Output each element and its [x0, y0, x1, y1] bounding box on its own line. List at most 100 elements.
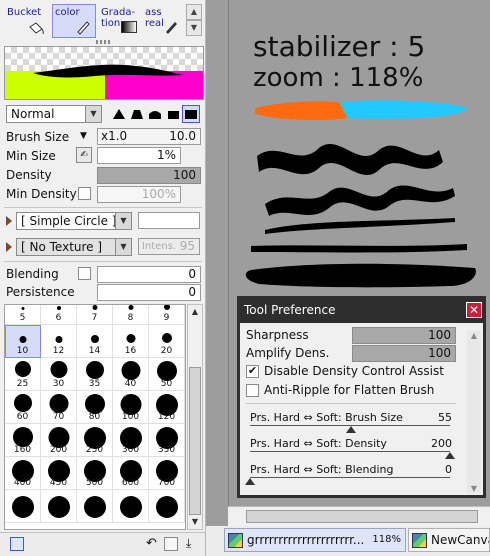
texture-intensity[interactable]: Intens. 95	[138, 238, 200, 255]
flat-icon	[185, 110, 197, 119]
chevron-down-icon: ▼	[115, 239, 131, 255]
size-cell[interactable]: 600	[113, 457, 149, 490]
size-cell[interactable]: 5	[5, 305, 41, 325]
blending-checkbox[interactable]	[78, 267, 91, 280]
expand-arrow-icon[interactable]	[6, 242, 12, 252]
min-density-checkbox[interactable]	[78, 187, 91, 200]
undo-icon[interactable]: ↶	[146, 536, 157, 551]
shape-trapezoid[interactable]	[128, 105, 146, 123]
prs-size-knob[interactable]	[346, 426, 356, 433]
canvas-text-zoom: zoom : 118%	[253, 63, 423, 93]
calculator-icon[interactable]	[10, 537, 24, 551]
size-cell[interactable]: 12	[41, 325, 77, 358]
save-icon[interactable]: ⤓	[186, 536, 191, 551]
dialog-scrollbar[interactable]: ▲ ▼	[467, 331, 481, 493]
size-cell[interactable]	[149, 490, 185, 523]
anti-ripple-checkbox[interactable]	[246, 384, 259, 397]
min-density-field[interactable]: 100%	[97, 186, 181, 203]
density-slider[interactable]: 100	[97, 167, 201, 184]
persistence-field[interactable]: 0	[97, 284, 201, 301]
pressure-icon[interactable]: ✍	[76, 147, 92, 163]
shape-round[interactable]	[146, 105, 164, 123]
size-cell[interactable]: 10	[5, 325, 41, 358]
min-size-field[interactable]: 1%	[97, 147, 181, 164]
size-cell[interactable]: 500	[77, 457, 113, 490]
size-cell[interactable]: 250	[77, 424, 113, 457]
size-cell[interactable]: 9	[149, 305, 185, 325]
tool-gradation[interactable]: Grada- tion	[98, 4, 140, 38]
disable-density-checkbox[interactable]: ✔	[246, 365, 259, 378]
size-cell[interactable]: 80	[77, 391, 113, 424]
size-cell[interactable]: 450	[41, 457, 77, 490]
size-grid-scrollbar[interactable]: ▲ ▼	[187, 304, 203, 530]
chevron-down-icon[interactable]: ▼	[80, 131, 87, 141]
scrollbar-thumb[interactable]	[189, 367, 201, 515]
prs-blending-track[interactable]	[250, 477, 450, 478]
size-cell[interactable]: 7	[77, 305, 113, 325]
tool-color[interactable]: color	[52, 4, 96, 38]
size-cell[interactable]: 50	[149, 358, 185, 391]
size-cell[interactable]: 300	[113, 424, 149, 457]
expand-arrow-icon[interactable]	[6, 216, 12, 226]
size-cell[interactable]	[113, 490, 149, 523]
amplify-slider[interactable]: 100	[352, 345, 456, 362]
size-cell[interactable]: 40	[113, 358, 149, 391]
size-cell[interactable]	[5, 490, 41, 523]
scroll-down-icon[interactable]: ▼	[188, 515, 202, 529]
shape-triangle[interactable]	[110, 105, 128, 123]
size-cell[interactable]: 400	[5, 457, 41, 490]
brush-dot-icon	[92, 305, 97, 310]
size-cell[interactable]: 350	[149, 424, 185, 457]
prs-blending-knob[interactable]	[245, 478, 255, 485]
tool-scroll[interactable]: ▲ ▼	[186, 4, 202, 38]
scroll-down-icon[interactable]: ▼	[186, 20, 202, 36]
close-icon[interactable]: ✕	[466, 302, 482, 318]
shape-flat[interactable]	[182, 105, 200, 123]
size-cell[interactable]: 25	[5, 358, 41, 391]
brush-dot-icon	[156, 361, 177, 381]
brush-preview	[4, 46, 204, 100]
size-cell[interactable]: 14	[77, 325, 113, 358]
brush-size-field[interactable]: x1.0 10.0	[97, 128, 201, 145]
size-cell[interactable]: 16	[113, 325, 149, 358]
size-label: 60	[16, 412, 29, 422]
size-cell[interactable]: 100	[113, 391, 149, 424]
size-cell[interactable]: 120	[149, 391, 185, 424]
shape-square[interactable]	[164, 105, 182, 123]
blend-mode-select[interactable]: Normal ▼	[6, 105, 102, 123]
prs-density-track[interactable]	[250, 451, 450, 452]
sharpness-slider[interactable]: 100	[352, 327, 456, 344]
tab-document-1[interactable]: grrrrrrrrrrrrrrrrrrrrr... 118%	[224, 528, 406, 552]
canvas-hscrollbar[interactable]	[228, 506, 490, 526]
size-cell[interactable]	[77, 490, 113, 523]
size-cell[interactable]: 160	[5, 424, 41, 457]
size-cell[interactable]: 700	[149, 457, 185, 490]
scroll-down-icon[interactable]: ▼	[467, 484, 481, 493]
scroll-up-icon[interactable]: ▲	[467, 331, 481, 340]
scroll-up-icon[interactable]: ▲	[186, 4, 202, 20]
size-cell[interactable]: 20	[149, 325, 185, 358]
panel-grip[interactable]	[96, 40, 110, 44]
tool-pencil[interactable]: ass real	[142, 4, 184, 38]
tab-document-2[interactable]: NewCanvas	[408, 528, 490, 552]
clear-icon[interactable]	[164, 537, 178, 551]
texture-select[interactable]: [ No Texture ] ▼	[16, 238, 132, 256]
pen-icon	[77, 21, 90, 35]
size-cell[interactable]: 6	[41, 305, 77, 325]
size-cell[interactable]	[41, 490, 77, 523]
size-cell[interactable]: 30	[41, 358, 77, 391]
scroll-up-icon[interactable]: ▲	[188, 305, 202, 319]
size-cell[interactable]: 60	[5, 391, 41, 424]
size-label: 25	[16, 379, 29, 389]
tool-bucket[interactable]: Bucket	[4, 4, 50, 38]
trapezoid-icon	[131, 110, 143, 119]
size-cell[interactable]: 200	[41, 424, 77, 457]
size-cell[interactable]: 70	[41, 391, 77, 424]
size-cell[interactable]: 8	[113, 305, 149, 325]
brush-shape-strength[interactable]	[138, 212, 200, 229]
blending-field[interactable]: 0	[97, 266, 201, 283]
brush-shape-select[interactable]: [ Simple Circle ] ▼	[16, 212, 132, 230]
prs-density-knob[interactable]	[445, 452, 455, 459]
size-cell[interactable]: 35	[77, 358, 113, 391]
scrollbar-thumb[interactable]	[246, 510, 478, 523]
